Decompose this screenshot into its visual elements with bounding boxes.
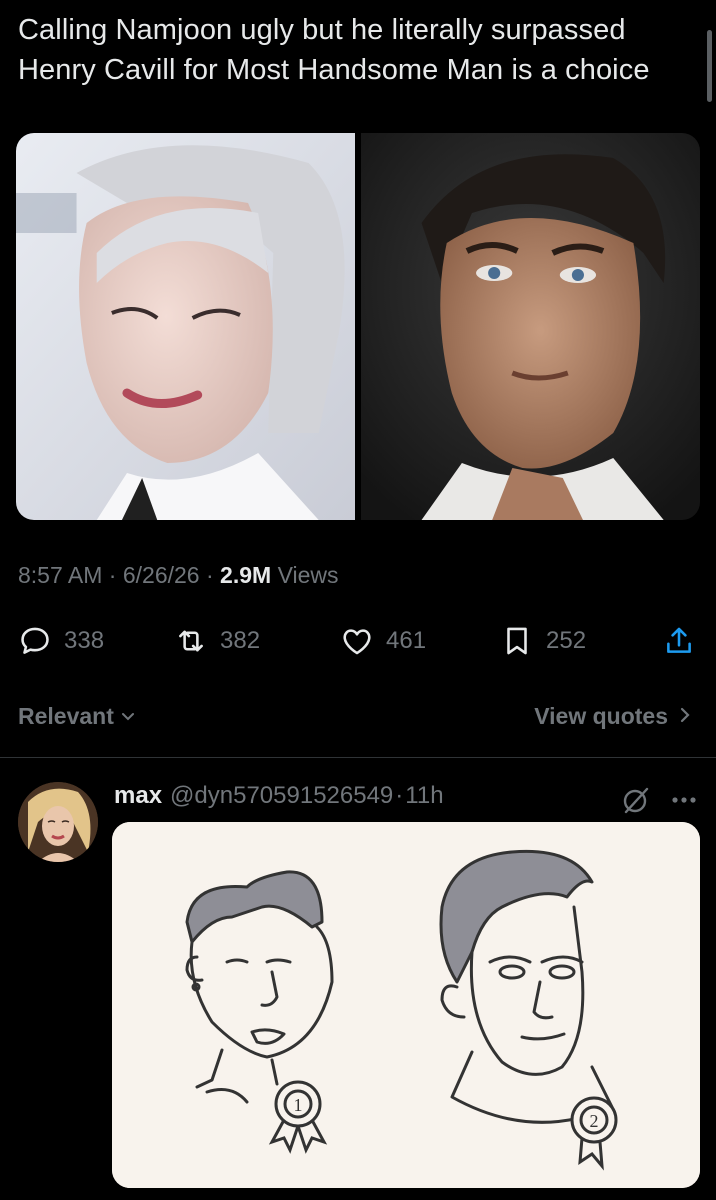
reply-time: 11h	[405, 782, 444, 809]
avatar[interactable]	[18, 782, 98, 862]
heart-icon	[340, 624, 374, 658]
reply-media-drawing[interactable]: 1 2	[112, 822, 700, 1188]
tweet-date: 6/26/26	[122, 562, 200, 588]
repost-count: 382	[220, 627, 261, 654]
sort-label: Relevant	[18, 703, 114, 729]
tweet-text: Calling Namjoon ugly but he literally su…	[18, 10, 698, 90]
action-bar: 338 382 461 252	[16, 616, 700, 666]
reply-count: 338	[64, 627, 105, 654]
bookmark-count: 252	[546, 627, 587, 654]
scroll-indicator[interactable]	[707, 30, 712, 102]
speech-bubble-icon	[18, 624, 52, 658]
reply-header: max @dyn570591526549 · 11h	[114, 782, 444, 810]
share-button[interactable]	[662, 624, 696, 658]
reply-display-name[interactable]: max	[114, 782, 162, 810]
views-count[interactable]: 2.9M	[220, 562, 271, 588]
tweet-text-line-1: Calling Namjoon ugly but he literally su…	[18, 14, 626, 46]
tweet-meta: 8:57 AM · 6/26/26 · 2.9M Views	[18, 562, 339, 588]
bookmark-button[interactable]: 252	[500, 624, 586, 658]
badge-left-number: 1	[294, 1095, 303, 1115]
tweet-time: 8:57 AM	[18, 562, 103, 588]
tweet-text-line-2: Henry Cavill for Most Handsome Man is a …	[18, 54, 650, 86]
reply-handle[interactable]: @dyn570591526549	[170, 782, 393, 810]
reply-button[interactable]: 338	[18, 624, 104, 658]
chevron-right-icon	[678, 703, 692, 730]
repost-arrows-icon	[174, 624, 208, 658]
like-button[interactable]: 461	[340, 624, 426, 658]
share-upload-icon	[662, 624, 696, 658]
grok-icon[interactable]	[620, 784, 652, 816]
sort-dropdown[interactable]: Relevant	[18, 703, 136, 730]
view-quotes-link[interactable]: View quotes	[534, 703, 692, 730]
tweet-media-grid[interactable]	[16, 133, 700, 520]
more-dots-icon[interactable]	[668, 784, 700, 816]
like-count: 461	[386, 627, 427, 654]
chevron-down-icon	[120, 703, 136, 730]
view-quotes-label: View quotes	[534, 703, 668, 729]
photo-right[interactable]	[361, 133, 700, 520]
reply-separator: ·	[395, 782, 404, 809]
badge-right-number: 2	[590, 1111, 599, 1131]
repost-button[interactable]: 382	[174, 624, 260, 658]
divider	[0, 757, 716, 758]
bookmark-icon	[500, 624, 534, 658]
views-label: Views	[277, 562, 339, 588]
reply-sort-bar: Relevant View quotes	[18, 700, 698, 734]
photo-left[interactable]	[16, 133, 355, 520]
